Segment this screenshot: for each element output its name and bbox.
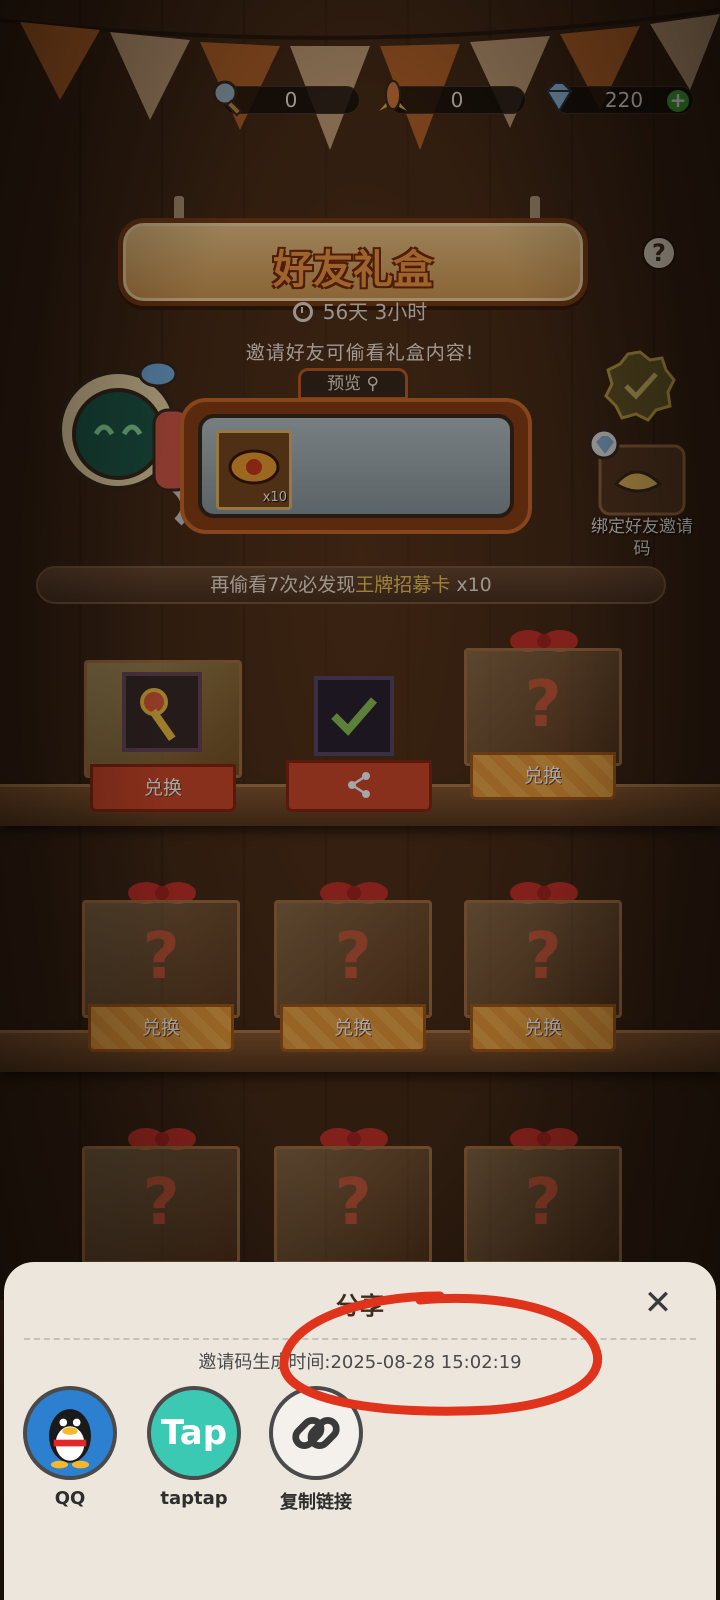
share-qq[interactable]: QQ xyxy=(22,1386,118,1509)
share-copy-link-label: 复制链接 xyxy=(280,1492,352,1513)
modal-dim-overlay xyxy=(0,0,720,1300)
share-qq-label: QQ xyxy=(54,1488,86,1509)
share-taptap-label: taptap xyxy=(160,1488,228,1509)
taptap-icon[interactable]: Tap xyxy=(147,1386,241,1480)
close-icon[interactable]: ✕ xyxy=(642,1286,674,1320)
taptap-logo-text: Tap xyxy=(160,1413,228,1453)
share-taptap[interactable]: Tap taptap xyxy=(146,1386,242,1509)
red-annotation-circle xyxy=(279,1291,602,1416)
qq-icon[interactable] xyxy=(23,1386,117,1480)
